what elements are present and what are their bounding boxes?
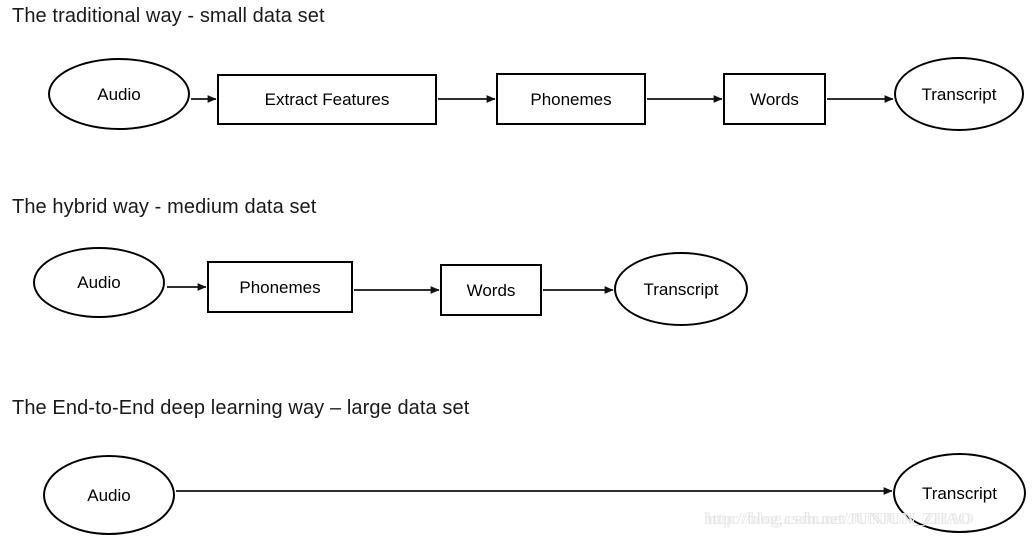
node-row2-audio: Audio: [33, 247, 165, 318]
node-label: Transcript: [921, 84, 997, 104]
node-label: Audio: [87, 485, 131, 505]
node-row1-transcript: Transcript: [894, 57, 1024, 131]
node-label: Audio: [77, 273, 121, 292]
row-title-traditional: The traditional way - small data set: [12, 5, 325, 27]
node-label: Audio: [97, 84, 141, 104]
watermark-text-ghost: http://blog.csdn.net/JUNJUN_ZHAO: [707, 509, 974, 528]
node-label: Phonemes: [239, 277, 321, 297]
node-row1-phonemes: Phonemes: [496, 73, 646, 125]
node-row2-transcript: Transcript: [614, 252, 748, 326]
node-label: Transcript: [922, 483, 997, 503]
node-row2-phonemes: Phonemes: [207, 261, 353, 313]
node-row3-audio: Audio: [43, 455, 175, 535]
node-row2-words: Words: [440, 264, 542, 316]
node-label: Words: [750, 89, 799, 109]
node-label: Transcript: [643, 279, 719, 299]
node-row1-extract-features: Extract Features: [217, 74, 437, 125]
row-title-end-to-end: The End-to-End deep learning way – large…: [12, 397, 470, 419]
node-label: Words: [466, 280, 516, 300]
row-title-hybrid: The hybrid way - medium data set: [12, 196, 317, 218]
node-row1-audio: Audio: [48, 58, 190, 130]
node-label: Extract Features: [264, 90, 390, 109]
node-label: Phonemes: [530, 89, 612, 109]
watermark: http://blog.csdn.net/JUNJUN_ZHAO http://…: [704, 509, 974, 529]
node-row1-words: Words: [723, 73, 826, 125]
